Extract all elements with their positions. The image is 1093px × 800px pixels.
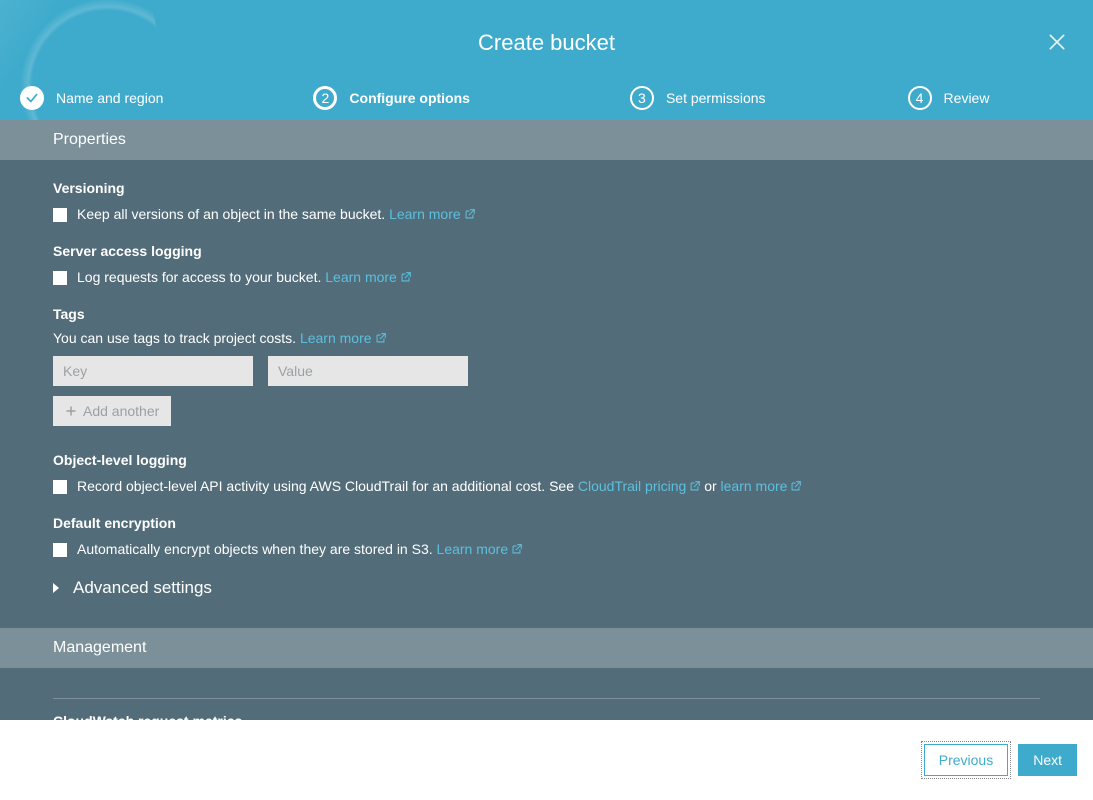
external-link-icon <box>511 544 522 555</box>
advanced-settings-toggle[interactable]: Advanced settings <box>53 578 1040 598</box>
default-encryption-group: Default encryption Automatically encrypt… <box>53 515 1040 560</box>
step-name-and-region[interactable]: Name and region <box>20 86 163 110</box>
plus-icon <box>65 405 77 417</box>
versioning-desc: Keep all versions of an object in the sa… <box>77 204 475 225</box>
next-button[interactable]: Next <box>1018 744 1077 776</box>
logging-desc: Log requests for access to your bucket. … <box>77 267 411 288</box>
modal-footer: Previous Next <box>0 720 1093 800</box>
external-link-icon <box>400 272 411 283</box>
previous-button[interactable]: Previous <box>924 744 1008 776</box>
encryption-learn-more-link[interactable]: Learn more <box>437 541 523 557</box>
encryption-desc: Automatically encrypt objects when they … <box>77 539 522 560</box>
logging-learn-more-link[interactable]: Learn more <box>325 269 411 285</box>
server-access-logging-group: Server access logging Log requests for a… <box>53 243 1040 288</box>
step-set-permissions[interactable]: 3 Set permissions <box>630 86 766 110</box>
object-logging-checkbox[interactable] <box>53 480 67 494</box>
tags-group: Tags You can use tags to track project c… <box>53 306 1040 426</box>
step-label: Set permissions <box>666 90 766 106</box>
object-level-logging-group: Object-level logging Record object-level… <box>53 452 1040 497</box>
close-icon <box>1047 32 1067 52</box>
tag-value-input[interactable] <box>268 356 468 386</box>
step-review[interactable]: 4 Review <box>908 86 990 110</box>
external-link-icon <box>464 209 475 220</box>
logging-checkbox[interactable] <box>53 271 67 285</box>
add-another-tag-button[interactable]: Add another <box>53 396 171 426</box>
step-label: Review <box>944 90 990 106</box>
external-link-icon <box>689 481 700 492</box>
encryption-checkbox[interactable] <box>53 543 67 557</box>
modal-body[interactable]: Properties Versioning Keep all versions … <box>0 120 1093 720</box>
logging-title: Server access logging <box>53 243 1040 259</box>
versioning-learn-more-link[interactable]: Learn more <box>389 206 475 222</box>
object-logging-title: Object-level logging <box>53 452 1040 468</box>
step-configure-options[interactable]: 2 Configure options <box>313 86 470 110</box>
external-link-icon <box>790 481 801 492</box>
step-label: Name and region <box>56 90 163 106</box>
caret-right-icon <box>53 583 59 593</box>
object-logging-desc: Record object-level API activity using A… <box>77 476 801 497</box>
create-bucket-modal: Create bucket Name and region 2 Configur… <box>0 0 1093 800</box>
properties-section-header: Properties <box>0 120 1093 160</box>
versioning-checkbox[interactable] <box>53 208 67 222</box>
tags-title: Tags <box>53 306 1040 322</box>
tags-learn-more-link[interactable]: Learn more <box>300 330 386 346</box>
versioning-group: Versioning Keep all versions of an objec… <box>53 180 1040 225</box>
tag-key-input[interactable] <box>53 356 253 386</box>
cloudtrail-pricing-link[interactable]: CloudTrail pricing <box>578 478 700 494</box>
external-link-icon <box>375 333 386 344</box>
versioning-title: Versioning <box>53 180 1040 196</box>
modal-title: Create bucket <box>478 30 615 56</box>
wizard-steps: Name and region 2 Configure options 3 Se… <box>0 86 1093 110</box>
tags-desc: You can use tags to track project costs.… <box>53 330 1040 346</box>
management-section-header: Management <box>0 628 1093 668</box>
checkmark-icon <box>25 91 39 105</box>
cloudwatch-title: CloudWatch request metrics <box>53 713 1040 720</box>
encryption-title: Default encryption <box>53 515 1040 531</box>
step-label: Configure options <box>349 90 470 106</box>
close-button[interactable] <box>1047 32 1067 57</box>
object-logging-learn-more-link[interactable]: learn more <box>721 478 802 494</box>
modal-header: Create bucket Name and region 2 Configur… <box>0 0 1093 120</box>
divider <box>53 698 1040 699</box>
